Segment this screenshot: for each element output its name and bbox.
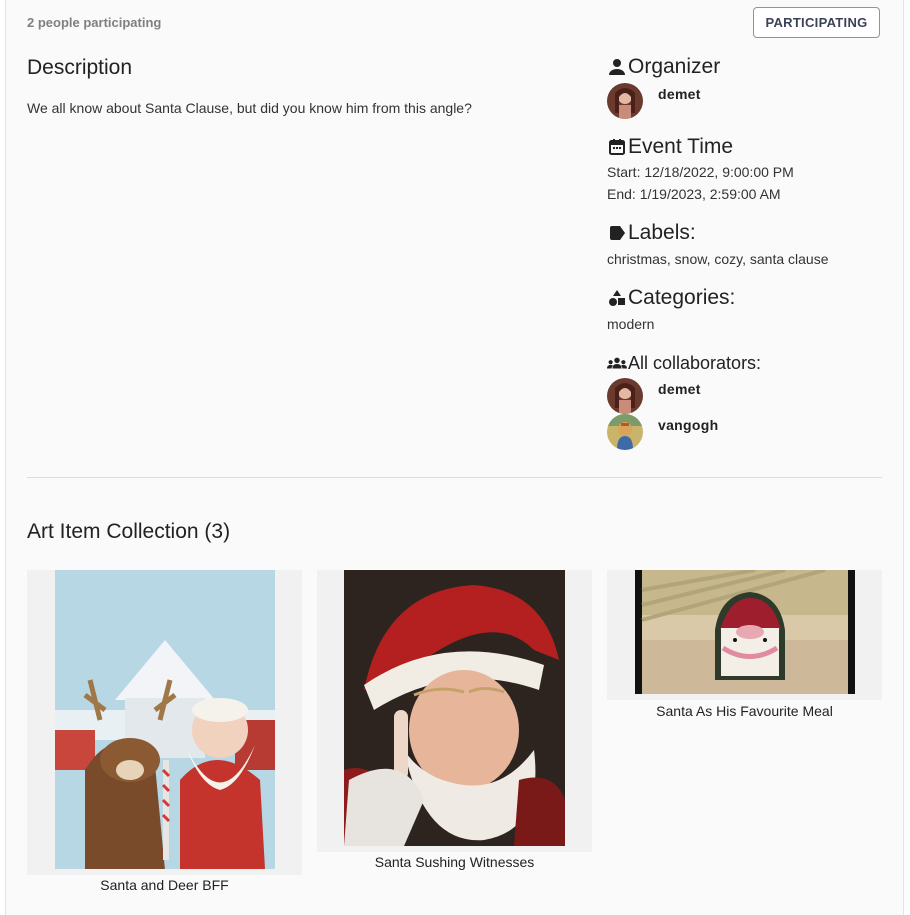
labels-heading: Labels: <box>607 221 696 245</box>
collaborator-name[interactable]: vangogh <box>658 417 718 433</box>
group-icon <box>607 357 627 369</box>
art-item-card[interactable] <box>607 570 882 700</box>
labels-value: christmas, snow, cozy, santa clause <box>607 251 829 267</box>
collaborator-avatar-demet[interactable] <box>607 378 643 414</box>
description-heading: Description <box>27 56 133 79</box>
organizer-name[interactable]: demet <box>658 86 701 102</box>
label-icon <box>610 226 625 240</box>
art-image-santa-meal[interactable] <box>634 570 855 694</box>
person-icon <box>609 59 625 75</box>
collection-heading: Art Item Collection (3) <box>27 520 231 543</box>
collaborator-name[interactable]: demet <box>658 381 701 397</box>
section-divider <box>27 477 882 478</box>
event-card: 2 people participating PARTICIPATING Des… <box>5 0 904 915</box>
labels-heading-label: Labels: <box>628 221 696 244</box>
shapes-icon <box>609 290 625 306</box>
calendar-icon <box>609 139 625 155</box>
categories-heading: Categories: <box>607 286 735 310</box>
event-end: End: 1/19/2023, 2:59:00 AM <box>607 186 781 202</box>
participating-button[interactable]: PARTICIPATING <box>753 7 880 38</box>
organizer-heading: Organizer <box>607 55 720 79</box>
collaborator-avatar-vangogh[interactable] <box>607 414 643 450</box>
categories-heading-label: Categories: <box>628 286 736 309</box>
art-item-title[interactable]: Santa As His Favourite Meal <box>607 703 882 719</box>
art-item-card[interactable] <box>27 570 302 875</box>
art-item-title[interactable]: Santa Sushing Witnesses <box>317 854 592 870</box>
collaborators-heading: All collaborators: <box>607 353 761 374</box>
organizer-heading-label: Organizer <box>628 55 721 78</box>
art-image-santa-sushing[interactable] <box>344 570 565 846</box>
art-item-card[interactable] <box>317 570 592 852</box>
participants-count: 2 people participating <box>27 15 162 30</box>
event-start: Start: 12/18/2022, 9:00:00 PM <box>607 164 794 180</box>
art-image-santa-and-deer[interactable] <box>54 570 275 869</box>
categories-value: modern <box>607 316 655 332</box>
event-time-heading: Event Time <box>607 135 733 159</box>
organizer-avatar[interactable] <box>607 83 643 119</box>
description-text: We all know about Santa Clause, but did … <box>27 100 472 116</box>
art-item-title[interactable]: Santa and Deer BFF <box>27 877 302 893</box>
collaborators-heading-label: All collaborators: <box>628 353 762 373</box>
event-time-heading-label: Event Time <box>628 135 734 158</box>
